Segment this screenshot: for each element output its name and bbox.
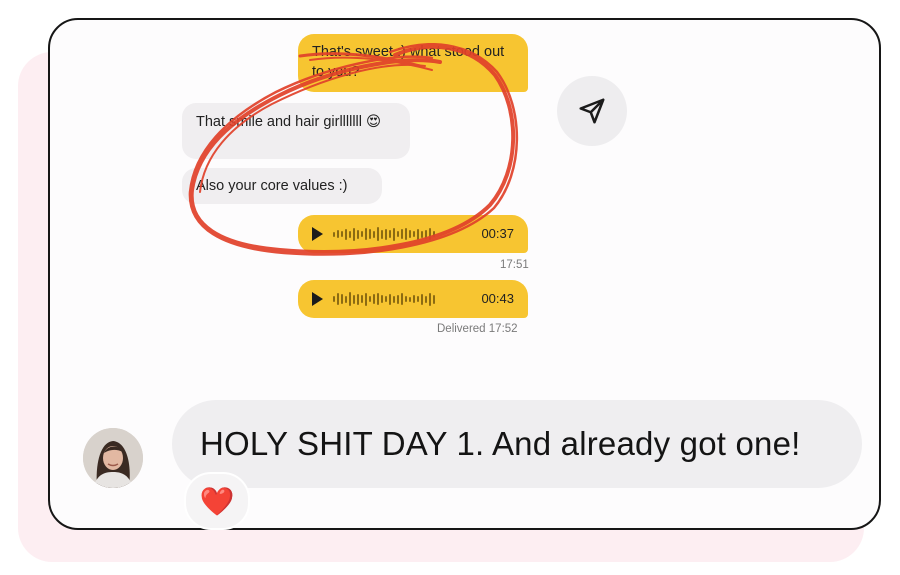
waveform-bar bbox=[345, 228, 347, 240]
waveform-bar bbox=[417, 296, 419, 302]
waveform-bar bbox=[433, 231, 435, 237]
waveform-bar bbox=[345, 295, 347, 303]
waveform-bar bbox=[365, 292, 367, 306]
waveform-bar bbox=[337, 293, 339, 305]
waveform-bar bbox=[361, 231, 363, 237]
waveform-bar bbox=[429, 292, 431, 306]
send-icon bbox=[579, 98, 605, 124]
waveform bbox=[333, 224, 435, 244]
waveform-bar bbox=[385, 228, 387, 240]
waveform-bar bbox=[393, 295, 395, 303]
waveform-bar bbox=[417, 228, 419, 240]
waveform-bar bbox=[381, 295, 383, 303]
waveform-bar bbox=[401, 229, 403, 239]
waveform-bar bbox=[397, 231, 399, 237]
waveform-bar bbox=[341, 294, 343, 304]
waveform-bar bbox=[381, 229, 383, 239]
waveform-bar bbox=[353, 294, 355, 304]
voice-duration: 00:37 bbox=[481, 226, 514, 241]
avatar[interactable] bbox=[83, 428, 143, 488]
reply-bubble: HOLY SHIT DAY 1. And already got one! bbox=[172, 400, 862, 488]
waveform-bar bbox=[409, 296, 411, 302]
waveform-bar bbox=[405, 296, 407, 302]
waveform-bar bbox=[425, 295, 427, 303]
delivery-status: Delivered 17:52 bbox=[437, 323, 518, 335]
waveform-bar bbox=[333, 231, 335, 237]
person-photo bbox=[83, 428, 143, 488]
message-text: Also your core values :) bbox=[196, 178, 348, 194]
waveform-bar bbox=[409, 230, 411, 238]
waveform-bar bbox=[413, 295, 415, 303]
waveform-bar bbox=[377, 227, 379, 241]
waveform-bar bbox=[377, 293, 379, 305]
waveform-bar bbox=[369, 229, 371, 239]
waveform-bar bbox=[357, 229, 359, 239]
waveform-bar bbox=[361, 295, 363, 303]
waveform-bar bbox=[429, 228, 431, 240]
voice-message[interactable]: 00:37 bbox=[298, 215, 528, 253]
waveform-bar bbox=[421, 230, 423, 238]
waveform-bar bbox=[425, 229, 427, 239]
waveform-bar bbox=[397, 294, 399, 304]
waveform-bar bbox=[365, 228, 367, 240]
play-icon[interactable] bbox=[312, 292, 323, 306]
waveform-bar bbox=[433, 294, 435, 304]
voice-message[interactable]: 00:43 bbox=[298, 280, 528, 318]
message-text: That's sweet :) what stood out to you? bbox=[312, 44, 505, 80]
message-timestamp: 17:51 bbox=[500, 259, 529, 271]
waveform-bar bbox=[333, 296, 335, 302]
heart-icon: ❤️ bbox=[199, 485, 235, 517]
message-text: That smile and hair girlllllll 😍 bbox=[196, 114, 382, 130]
waveform-bar bbox=[373, 294, 375, 304]
outgoing-message: That's sweet :) what stood out to you? bbox=[298, 34, 528, 92]
waveform-bar bbox=[369, 296, 371, 302]
waveform-bar bbox=[413, 231, 415, 237]
waveform-bar bbox=[393, 227, 395, 241]
waveform-bar bbox=[349, 292, 351, 306]
send-button[interactable] bbox=[557, 76, 627, 146]
reply-text: HOLY SHIT DAY 1. And already got one! bbox=[200, 425, 801, 462]
waveform-bar bbox=[353, 227, 355, 241]
incoming-message: Also your core values :) bbox=[182, 168, 382, 204]
waveform-bar bbox=[389, 230, 391, 238]
waveform bbox=[333, 289, 435, 309]
waveform-bar bbox=[349, 230, 351, 238]
waveform-bar bbox=[401, 293, 403, 305]
heart-reaction[interactable]: ❤️ bbox=[184, 472, 250, 530]
waveform-bar bbox=[405, 228, 407, 240]
incoming-message: That smile and hair girlllllll 😍 bbox=[182, 103, 410, 159]
waveform-bar bbox=[389, 293, 391, 305]
voice-duration: 00:43 bbox=[481, 291, 514, 306]
waveform-bar bbox=[373, 230, 375, 238]
waveform-bar bbox=[341, 231, 343, 237]
waveform-bar bbox=[337, 230, 339, 238]
play-icon[interactable] bbox=[312, 227, 323, 241]
waveform-bar bbox=[421, 293, 423, 305]
waveform-bar bbox=[357, 293, 359, 305]
waveform-bar bbox=[385, 296, 387, 302]
